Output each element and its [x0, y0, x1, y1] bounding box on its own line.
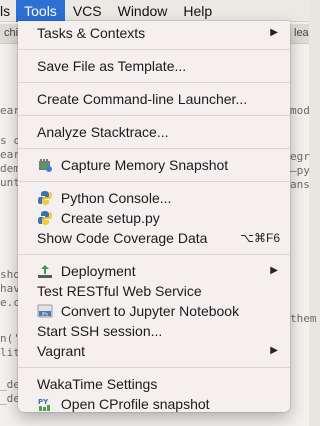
python-icon — [37, 190, 53, 206]
code-line: sho — [0, 268, 20, 281]
python-file-icon — [37, 210, 53, 226]
menu-item-deployment[interactable]: Deployment ▶ — [18, 261, 290, 281]
code-line: mod — [290, 104, 310, 117]
menu-item-tasks-contexts[interactable]: Tasks & Contexts ▶ — [18, 23, 290, 43]
code-line: unt — [0, 176, 20, 189]
code-line: ear — [0, 148, 20, 161]
menubar-item-tools[interactable]: Tools — [16, 0, 65, 22]
code-line: ear — [0, 104, 20, 117]
profiler-icon: PY — [37, 396, 53, 412]
code-line: hav — [0, 282, 20, 295]
code-line: _de — [0, 392, 20, 405]
code-line: ans — [290, 178, 310, 191]
code-line: —py — [290, 164, 310, 177]
menu-item-label: Tasks & Contexts — [37, 25, 146, 41]
menu-item-label: Save File as Template... — [37, 58, 187, 74]
shortcut-label: ⌥⌘F6 — [240, 231, 280, 245]
menubar-item-window[interactable]: Window — [110, 0, 176, 22]
submenu-arrow-icon: ▶ — [270, 27, 278, 38]
code-line: n(' — [0, 332, 20, 345]
menu-item-test-restful[interactable]: Test RESTful Web Service — [18, 281, 290, 301]
ipynb-file-icon: IPy — [37, 303, 53, 319]
editor-tab-right[interactable]: lear — [290, 24, 309, 44]
menu-item-start-ssh[interactable]: Start SSH session... — [18, 321, 290, 341]
menu-item-label: Analyze Stacktrace... — [37, 124, 169, 140]
menu-item-label: Open CProfile snapshot — [60, 396, 210, 412]
menu-separator — [18, 254, 290, 255]
menu-item-open-cprofile[interactable]: PY Open CProfile snapshot — [18, 394, 290, 414]
code-line: e.c — [0, 296, 20, 309]
code-line: them — [290, 312, 317, 325]
code-line: lit — [0, 346, 20, 359]
menu-item-wakatime-settings[interactable]: WakaTime Settings — [18, 374, 290, 394]
memory-snapshot-icon — [37, 157, 53, 173]
deployment-icon — [37, 263, 53, 279]
menu-separator — [18, 367, 290, 368]
submenu-arrow-icon: ▶ — [270, 345, 278, 356]
menu-item-capture-memory[interactable]: Capture Memory Snapshot — [18, 155, 290, 175]
svg-text:PY: PY — [38, 398, 49, 406]
menu-item-label: Create Command-line Launcher... — [37, 91, 248, 107]
menu-item-show-coverage[interactable]: Show Code Coverage Data ⌥⌘F6 — [18, 228, 290, 248]
menu-item-label: Start SSH session... — [37, 323, 163, 339]
submenu-arrow-icon: ▶ — [270, 265, 278, 276]
menu-separator — [18, 82, 290, 83]
menu-item-python-console[interactable]: Python Console... — [18, 188, 290, 208]
menu-separator — [18, 49, 290, 50]
tools-menu: Tasks & Contexts ▶ Save File as Template… — [18, 21, 290, 412]
menu-item-create-launcher[interactable]: Create Command-line Launcher... — [18, 89, 290, 109]
menu-item-create-setup[interactable]: Create setup.py — [18, 208, 290, 228]
menu-separator — [18, 181, 290, 182]
menu-separator — [18, 115, 290, 116]
menubar-item-vcs[interactable]: VCS — [65, 0, 110, 22]
menu-item-label: WakaTime Settings — [37, 376, 158, 392]
menubar-item-help[interactable]: Help — [175, 0, 220, 22]
menu-item-vagrant[interactable]: Vagrant ▶ — [18, 341, 290, 361]
code-line: dem — [0, 162, 20, 175]
menu-item-label: Create setup.py — [60, 210, 160, 226]
code-line: s c — [0, 134, 20, 147]
svg-text:IPy: IPy — [42, 312, 49, 318]
editor-tab-left[interactable]: chi — [0, 24, 18, 44]
code-line: _de — [0, 378, 20, 391]
menu-item-label: Show Code Coverage Data — [37, 230, 208, 246]
code-line: egr — [290, 150, 310, 163]
menu-separator — [18, 148, 290, 149]
menubar-item-ls[interactable]: ls — [0, 0, 16, 22]
menu-item-label: Vagrant — [37, 343, 85, 359]
menu-item-label: Test RESTful Web Service — [37, 283, 202, 299]
menu-item-analyze-stacktrace[interactable]: Analyze Stacktrace... — [18, 122, 290, 142]
menu-item-convert-jupyter[interactable]: IPy Convert to Jupyter Notebook — [18, 301, 290, 321]
menu-item-label: Capture Memory Snapshot — [60, 157, 229, 173]
menubar: ls Tools VCS Window Help — [0, 0, 309, 22]
menu-item-label: Deployment — [60, 263, 136, 279]
menu-item-save-template[interactable]: Save File as Template... — [18, 56, 290, 76]
menu-item-label: Convert to Jupyter Notebook — [60, 303, 240, 319]
menu-item-label: Python Console... — [60, 190, 172, 206]
